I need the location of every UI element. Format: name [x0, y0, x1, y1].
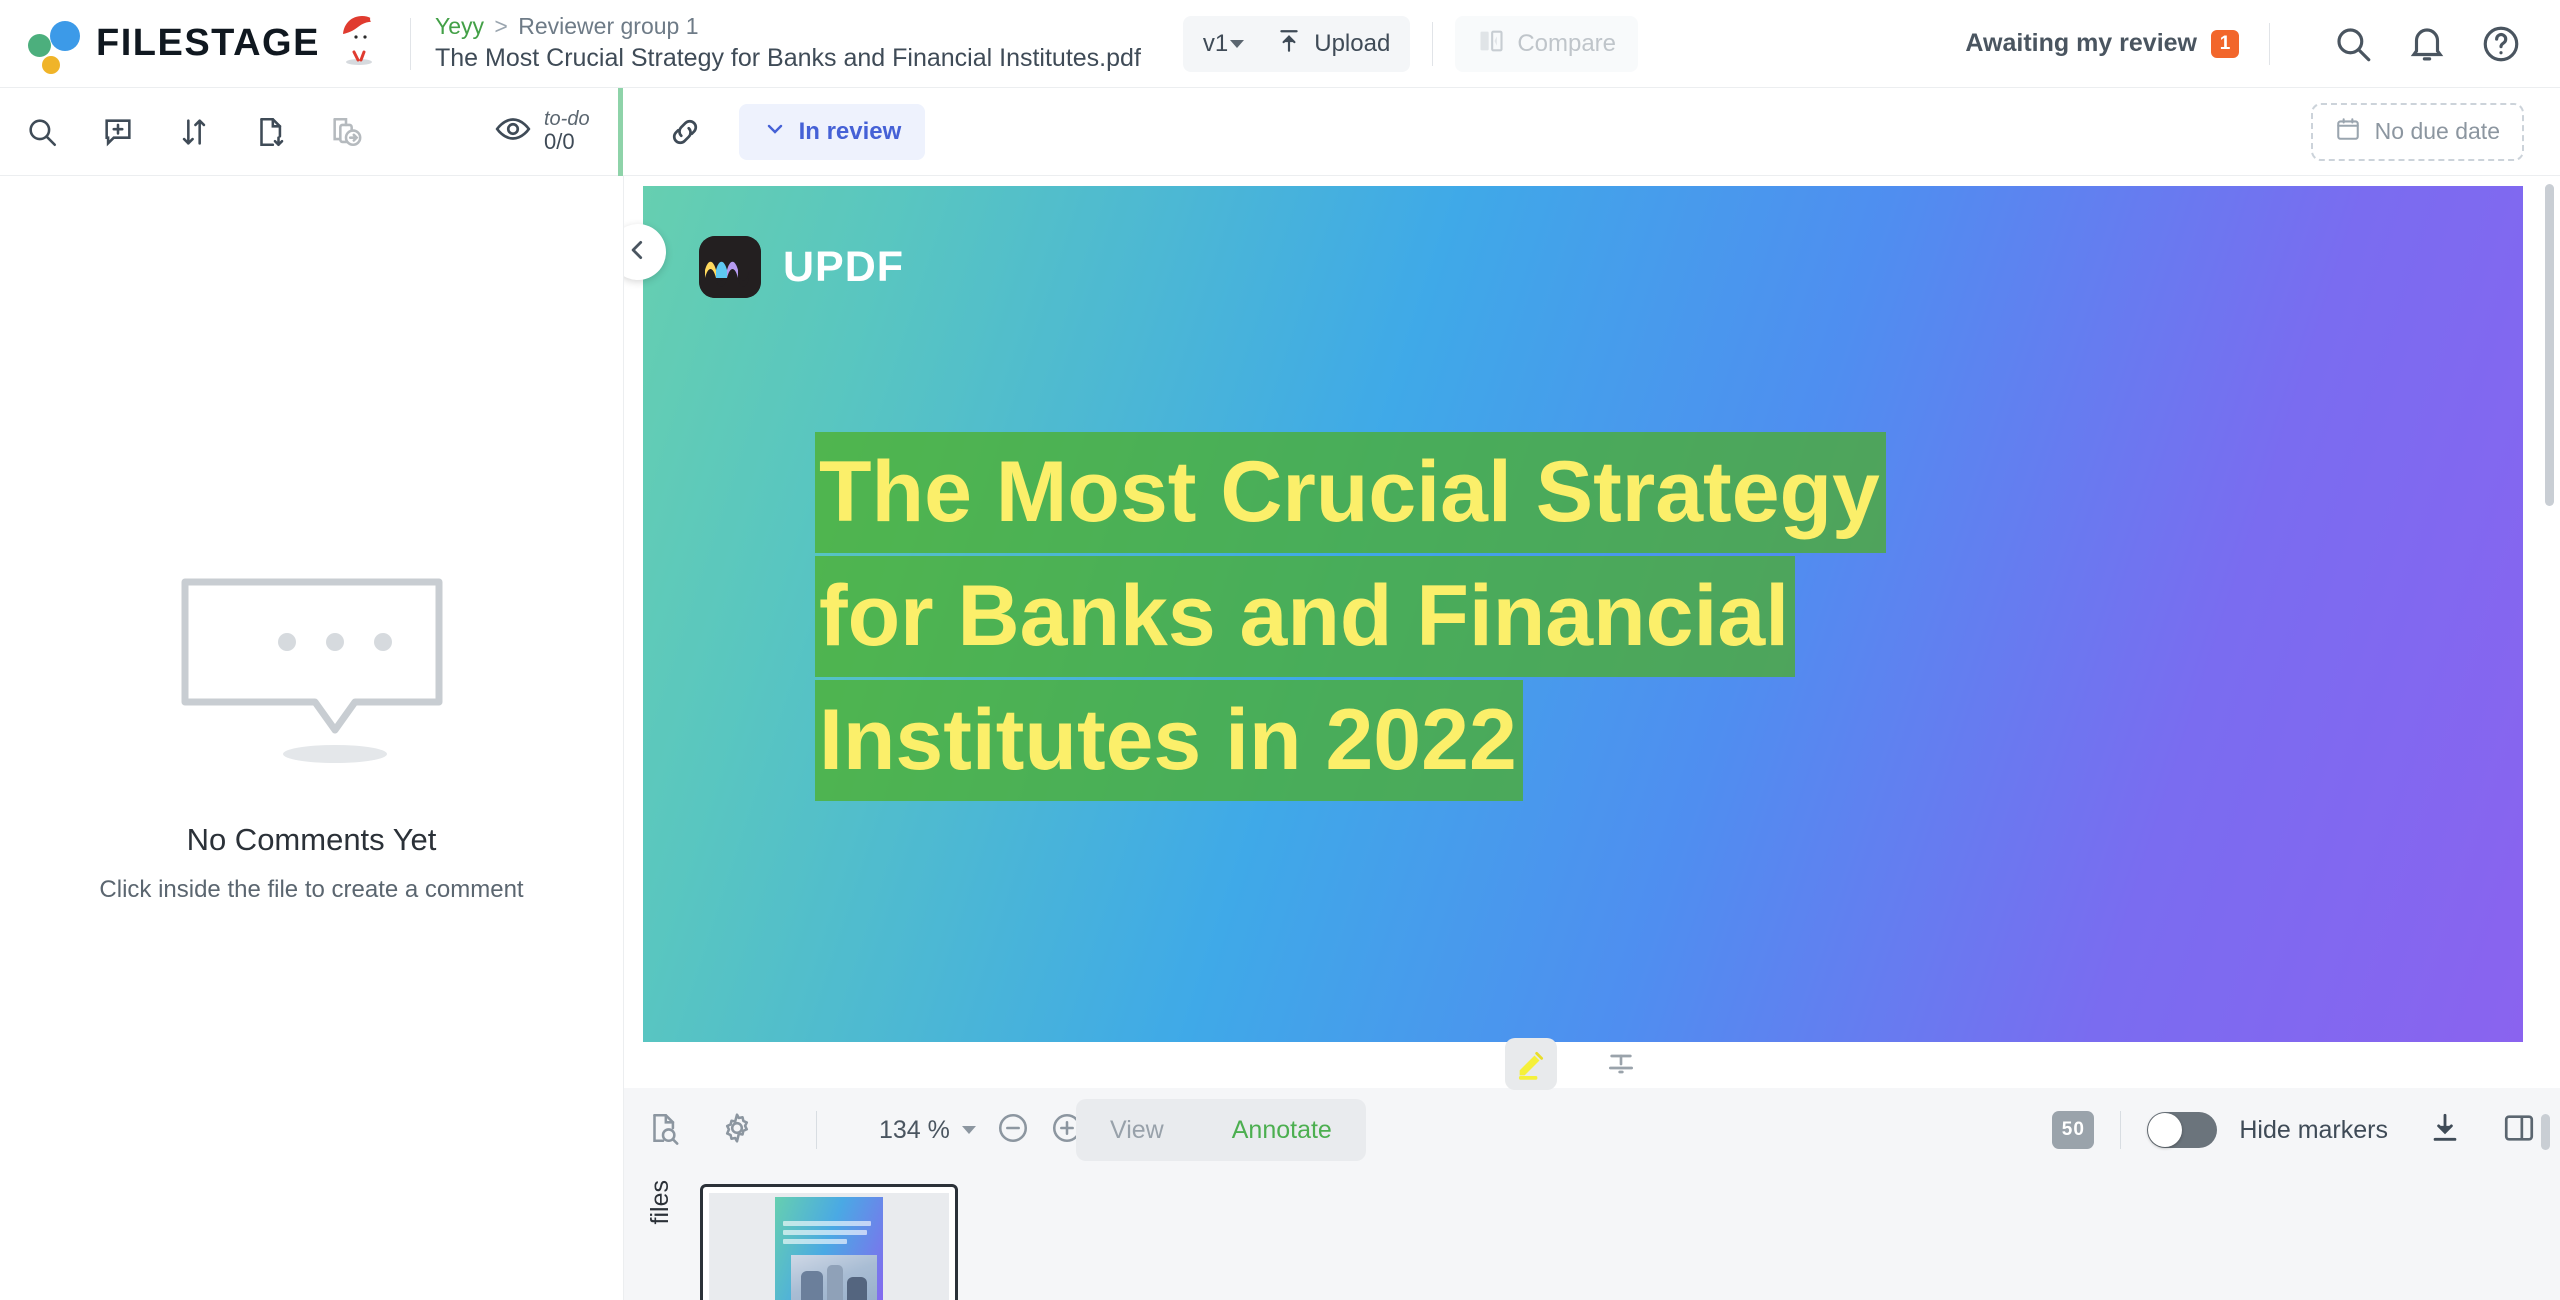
quality-badge[interactable]: 50 [2052, 1111, 2095, 1149]
updf-brand-text: UPDF [783, 242, 905, 291]
awaiting-review-badge: 1 [2211, 29, 2239, 58]
status-dropdown[interactable]: In review [738, 103, 926, 160]
compare-button[interactable]: Compare [1455, 15, 1639, 72]
breadcrumb: Yeyy > Reviewer group 1 The Most Crucial… [435, 0, 1141, 88]
calendar-icon [2335, 116, 2361, 147]
due-date-label: No due date [2374, 118, 2500, 144]
due-date-button[interactable]: No due date [2310, 102, 2524, 161]
version-selector[interactable]: v1 [1202, 29, 1245, 58]
download-icon[interactable] [2428, 1111, 2462, 1150]
progress-divider [617, 87, 623, 176]
hide-markers-label: Hide markers [2239, 1115, 2388, 1144]
search-icon[interactable] [22, 112, 62, 152]
document-title: The Most Crucial Strategy for Banks and … [815, 432, 2215, 804]
updf-brand-logo: UPDF [699, 236, 904, 298]
upload-label: Upload [1314, 29, 1391, 57]
version-upload-group: v1 Upload [1182, 15, 1411, 72]
filestage-logo-text: FILESTAGE [96, 22, 320, 64]
files-tab[interactable]: files [646, 1180, 675, 1224]
hide-markers-toggle[interactable] [2147, 1112, 2218, 1148]
chevron-down-icon [763, 117, 787, 146]
compare-icon [1477, 27, 1505, 60]
help-circle-icon[interactable] [2480, 23, 2522, 65]
header-divider-3 [2269, 22, 2270, 65]
file-toolbar: to-do 0/0 In review No due date [0, 87, 2560, 176]
bottom-left-group: 134 % [624, 1111, 1084, 1150]
todo-count: 0/0 [544, 129, 575, 155]
todo-label: to-do [544, 107, 590, 130]
document-viewer: UPDF The Most Crucial Strategy for Banks… [624, 176, 2560, 1116]
no-comments-title: No Comments Yet [186, 822, 437, 857]
status-label: In review [798, 117, 902, 145]
filestage-logo-mark [28, 18, 88, 74]
copy-share-icon[interactable] [326, 112, 366, 152]
compare-label: Compare [1517, 29, 1617, 57]
eye-icon [494, 110, 532, 153]
highlighter-pencil-icon[interactable] [1505, 1038, 1557, 1090]
add-comment-icon[interactable] [98, 112, 138, 152]
document-title-line: for Banks and Financial [815, 555, 1796, 677]
top-header: FILESTAGE Yeyy > Reviewer group 1 The Mo… [0, 0, 2560, 88]
document-title-line: Institutes in 2022 [815, 679, 1523, 801]
zoom-level-dropdown[interactable]: 134 % [879, 1116, 976, 1145]
no-comments-subtitle: Click inside the file to create a commen… [99, 876, 524, 903]
link-icon[interactable] [665, 112, 705, 152]
thumbnail-strip: files [624, 1172, 2560, 1300]
strikethrough-icon[interactable] [1595, 1038, 1647, 1090]
header-right-group: Awaiting my review 1 [1965, 0, 2560, 88]
document-scrollbar[interactable] [2545, 184, 2554, 506]
breadcrumb-separator: > [494, 13, 508, 40]
file-name: The Most Crucial Strategy for Banks and … [435, 43, 1141, 72]
minus-circle-icon[interactable] [996, 1111, 1030, 1150]
zoom-controls: 134 % [879, 1111, 1084, 1150]
sort-arrows-icon[interactable] [174, 112, 214, 152]
document-page[interactable]: UPDF The Most Crucial Strategy for Banks… [643, 186, 2523, 1042]
page-search-icon[interactable] [646, 1111, 680, 1150]
updf-logo-icon [699, 236, 761, 298]
version-label: v1 [1202, 29, 1229, 57]
breadcrumb-group[interactable]: Reviewer group 1 [518, 13, 698, 39]
gear-icon[interactable] [720, 1111, 754, 1150]
viewer-bottom-toolbar: 134 % View Annotate 50 Hide markers [624, 1088, 2560, 1172]
app-logo[interactable]: FILESTAGE [0, 0, 404, 88]
zoom-level: 134 % [879, 1115, 950, 1144]
side-panel-icon[interactable] [2502, 1111, 2536, 1150]
chevron-down-icon [1230, 39, 1245, 48]
comments-panel: No Comments Yet Click inside the file to… [0, 176, 624, 1300]
upload-button[interactable]: Upload [1276, 28, 1390, 59]
bottom-divider [816, 1111, 817, 1149]
header-divider [410, 17, 411, 70]
breadcrumb-project[interactable]: Yeyy [435, 13, 484, 39]
view-mode-tabs: View Annotate [1076, 1099, 1366, 1161]
page-scrollbar[interactable] [2541, 1114, 2550, 1150]
chevron-left-icon [625, 237, 651, 268]
search-icon[interactable] [2332, 23, 2374, 65]
document-title-line: The Most Crucial Strategy [815, 432, 1886, 553]
header-divider-2 [1432, 21, 1434, 66]
tab-annotate[interactable]: Annotate [1198, 1099, 1366, 1161]
awaiting-review-label[interactable]: Awaiting my review [1965, 29, 2197, 58]
page-thumbnail[interactable] [700, 1184, 958, 1300]
no-comments-illustration-icon [177, 576, 447, 776]
bottom-right-group: 50 Hide markers [2052, 1111, 2560, 1150]
bell-icon[interactable] [2406, 23, 2448, 65]
chevron-down-icon [961, 1126, 976, 1134]
toolbar-icon-group [0, 112, 366, 152]
tab-view[interactable]: View [1076, 1099, 1198, 1161]
todo-indicator[interactable]: to-do 0/0 [494, 108, 590, 155]
annotation-tools [1505, 1038, 1647, 1090]
bottom-divider-2 [2120, 1111, 2122, 1149]
upload-icon [1276, 28, 1302, 59]
santa-hat-mascot-icon [332, 10, 386, 66]
file-download-icon[interactable] [250, 112, 290, 152]
